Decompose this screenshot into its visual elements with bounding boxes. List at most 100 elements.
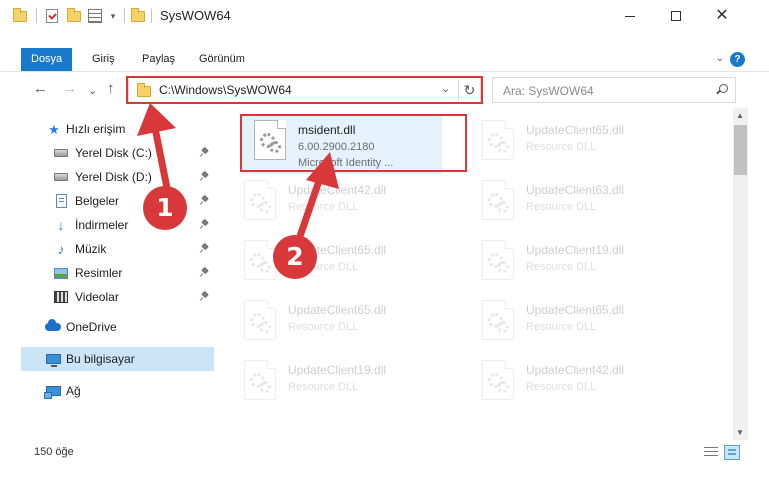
music-icon: ♪ <box>57 241 65 257</box>
pin-icon <box>201 244 209 253</box>
file-tile[interactable]: UpdateClient65.dll Resource DLL <box>232 234 432 294</box>
sidebar-item-label: OneDrive <box>66 320 117 334</box>
search-box[interactable]: Ara: SysWOW64 <box>492 77 736 103</box>
sidebar-item-this-pc[interactable]: Bu bilgisayar <box>21 347 214 371</box>
dll-file-icon <box>244 360 276 400</box>
scrollbar-thumb[interactable] <box>734 125 747 175</box>
tab-file[interactable]: Dosya <box>21 48 73 71</box>
sidebar-item-videos[interactable]: Videolar <box>21 285 214 309</box>
pin-icon <box>201 268 209 277</box>
title-separator <box>151 8 152 23</box>
documents-icon <box>53 194 69 208</box>
tab-home[interactable]: Giriş <box>82 48 125 71</box>
window-bottom-edge <box>0 464 769 489</box>
minimize-button[interactable] <box>607 0 653 32</box>
up-arrow-icon[interactable]: ↑ <box>107 81 115 97</box>
pin-icon <box>201 196 209 205</box>
file-description: Resource DLL <box>288 201 359 213</box>
disk-icon <box>53 170 69 184</box>
sidebar-item-label: Bu bilgisayar <box>66 352 135 366</box>
new-folder-icon[interactable] <box>66 7 82 25</box>
file-tile[interactable]: UpdateClient65.dll Resource DLL <box>470 114 670 174</box>
recent-locations-chevron-icon[interactable]: ⌄ <box>88 83 97 99</box>
file-tile[interactable]: UpdateClient42.dll Resource DLL <box>232 174 432 234</box>
quick-access-properties-icon[interactable] <box>87 7 103 25</box>
details-view-icon[interactable] <box>704 447 718 458</box>
sidebar-item-music[interactable]: ♪ Müzik <box>21 237 214 261</box>
tab-view[interactable]: Görünüm <box>189 48 255 71</box>
title-bar: ▾ SysWOW64 ✕ <box>0 0 769 32</box>
star-icon: ★ <box>48 121 60 137</box>
title-separator <box>124 8 125 23</box>
scroll-up-icon[interactable]: ▲ <box>736 111 744 120</box>
tab-share[interactable]: Paylaş <box>132 48 185 71</box>
videos-icon <box>53 290 69 304</box>
file-description: Resource DLL <box>526 141 597 153</box>
file-name: UpdateClient65.dll <box>288 303 387 317</box>
minimize-icon <box>625 15 635 17</box>
file-description: Resource DLL <box>288 381 359 393</box>
sidebar-item-network[interactable]: Ağ <box>21 379 214 403</box>
onedrive-icon <box>45 319 61 334</box>
close-icon: ✕ <box>715 7 729 24</box>
file-tile[interactable]: UpdateClient65.dll Resource DLL <box>470 294 670 354</box>
file-name: UpdateClient42.dll <box>288 183 387 197</box>
quick-access-separator <box>36 8 37 23</box>
sidebar-item-local-disk-c[interactable]: Yerel Disk (C:) <box>21 141 214 165</box>
sidebar-item-label: İndirmeler <box>75 218 129 232</box>
file-tile[interactable]: UpdateClient65.dll Resource DLL <box>232 294 432 354</box>
item-count: 150 öğe <box>34 446 74 458</box>
dll-file-icon <box>244 240 276 280</box>
scroll-down-icon[interactable]: ▼ <box>736 428 744 437</box>
dll-file-icon <box>482 120 514 160</box>
search-placeholder[interactable]: Ara: SysWOW64 <box>503 84 594 98</box>
file-description: Resource DLL <box>526 261 597 273</box>
file-description: Resource DLL <box>288 321 359 333</box>
navigation-pane: ★ Hızlı erişim Yerel Disk (C:) Yerel Dis… <box>21 113 214 433</box>
expand-ribbon-chevron-icon[interactable]: ⌄ <box>716 53 724 64</box>
pin-icon <box>201 172 209 181</box>
file-name: UpdateClient63.dll <box>526 183 625 197</box>
sidebar-item-local-disk-d[interactable]: Yerel Disk (D:) <box>21 165 214 189</box>
file-tile[interactable]: UpdateClient42.dll Resource DLL <box>470 354 670 414</box>
pictures-icon <box>53 266 69 280</box>
downloads-icon: ↓ <box>57 217 65 233</box>
sidebar-item-pictures[interactable]: Resimler <box>21 261 214 285</box>
qa-customize-chevron-icon[interactable]: ▾ <box>105 7 121 25</box>
sidebar-item-label: Belgeler <box>75 194 120 208</box>
sidebar-item-onedrive[interactable]: OneDrive <box>21 315 214 339</box>
file-tile[interactable]: UpdateClient63.dll Resource DLL <box>470 174 670 234</box>
file-name: UpdateClient65.dll <box>526 123 625 137</box>
disk-icon <box>53 146 69 160</box>
file-explorer-window: ▾ SysWOW64 ✕ Dosya Giriş Paylaş Görünüm … <box>0 0 769 489</box>
properties-check-icon[interactable] <box>44 7 60 25</box>
search-icon[interactable] <box>716 84 728 95</box>
status-bar: 150 öğe <box>0 442 769 464</box>
back-arrow-icon[interactable]: ← <box>33 81 48 97</box>
help-icon[interactable]: ? <box>730 52 745 67</box>
sidebar-item-quick-access[interactable]: ★ Hızlı erişim <box>21 117 214 141</box>
folder-icon <box>130 7 146 25</box>
file-tile[interactable]: UpdateClient19.dll Resource DLL <box>470 234 670 294</box>
file-name: UpdateClient19.dll <box>288 363 387 377</box>
maximize-button[interactable] <box>653 0 699 32</box>
file-tile[interactable]: UpdateClient19.dll Resource DLL <box>232 354 432 414</box>
forward-arrow-icon[interactable]: → <box>62 81 77 97</box>
dll-file-icon <box>482 360 514 400</box>
file-name: UpdateClient42.dll <box>526 363 625 377</box>
sidebar-item-label: Ağ <box>66 384 81 398</box>
sidebar-item-label: Videolar <box>75 290 119 304</box>
dll-file-icon <box>482 180 514 220</box>
vertical-scrollbar[interactable]: ▲ ▼ <box>733 108 748 440</box>
file-description: Resource DLL <box>526 201 597 213</box>
dll-file-icon <box>482 300 514 340</box>
step-badge-2: 2 <box>273 235 317 279</box>
file-description: Resource DLL <box>526 381 597 393</box>
tiles-view-icon[interactable] <box>724 445 740 460</box>
file-description: Resource DLL <box>526 321 597 333</box>
window-title: SysWOW64 <box>160 8 231 23</box>
close-button[interactable]: ✕ <box>699 0 745 32</box>
sidebar-item-label: Yerel Disk (D:) <box>75 170 152 184</box>
sidebar-item-label: Yerel Disk (C:) <box>75 146 152 160</box>
sidebar-item-label: Resimler <box>75 266 123 280</box>
